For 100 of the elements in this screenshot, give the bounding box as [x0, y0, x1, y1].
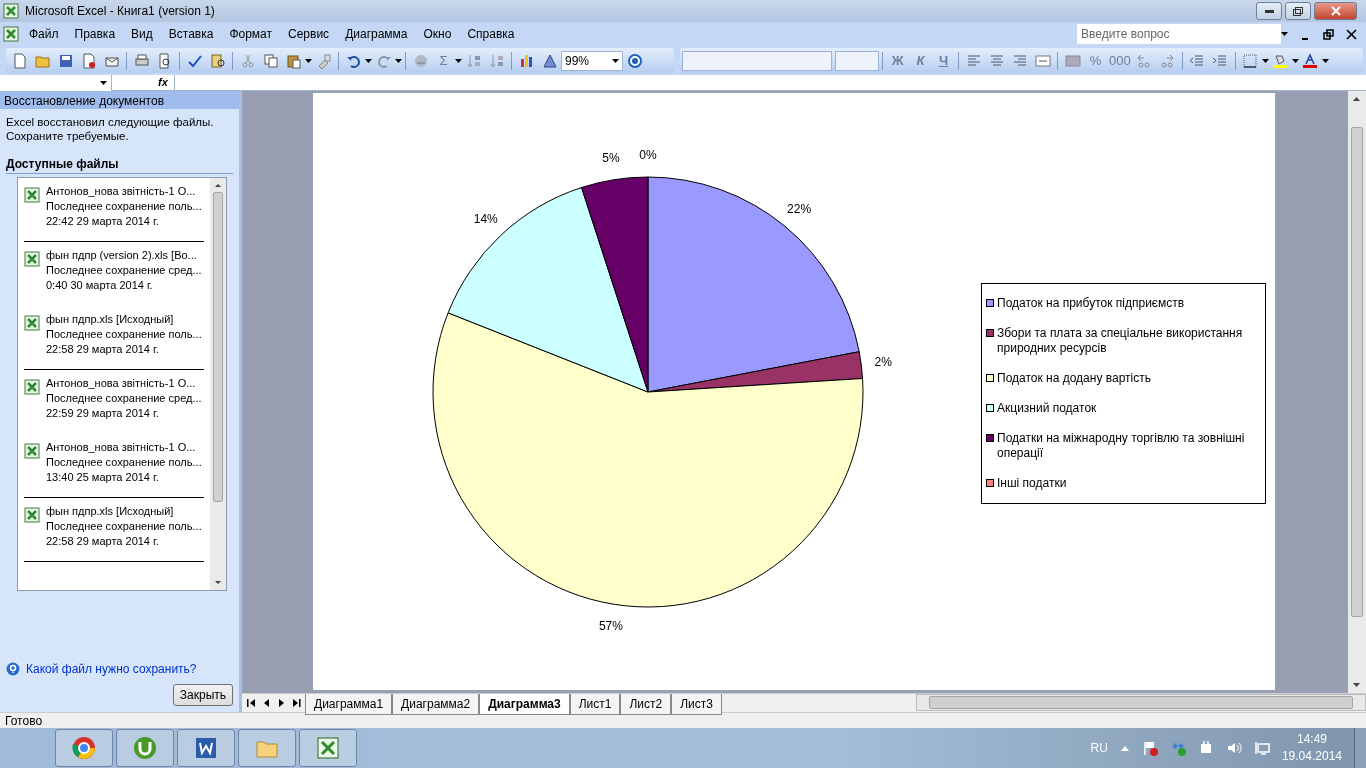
- data-label: 14%: [473, 212, 498, 227]
- font-color-icon[interactable]: [1302, 52, 1319, 69]
- new-document-icon[interactable]: [11, 52, 28, 69]
- file-name[interactable]: Антонов_нова звітність-1 О...: [46, 440, 202, 455]
- taskbar-button[interactable]: [299, 729, 357, 767]
- menu-item[interactable]: Диаграмма: [337, 25, 416, 43]
- file-name[interactable]: Антонов_нова звітність-1 О...: [46, 184, 202, 199]
- legend-label: Акцизний податок: [997, 401, 1097, 417]
- borders-icon[interactable]: [1242, 52, 1259, 69]
- excel-file-icon[interactable]: [24, 315, 40, 331]
- taskbar-button[interactable]: [55, 729, 113, 767]
- menu-item[interactable]: Файл: [21, 25, 67, 43]
- sort-descending-icon[interactable]: [488, 52, 505, 69]
- dropdown-arrow-icon[interactable]: [1291, 58, 1299, 63]
- last-sheet-icon[interactable]: [290, 697, 302, 709]
- taskbar-button[interactable]: [177, 729, 235, 767]
- fill-color-icon[interactable]: [1272, 52, 1289, 69]
- menu-item[interactable]: Правка: [66, 25, 124, 43]
- sheet-tab[interactable]: Лист1: [569, 694, 621, 715]
- legend-swatch: [986, 328, 994, 337]
- dropdown-arrow-icon[interactable]: [455, 58, 462, 63]
- excel-logo-icon[interactable]: [3, 26, 21, 42]
- show-hidden-icons-icon[interactable]: [1119, 744, 1130, 752]
- dropdown-arrow-icon[interactable]: [1321, 58, 1329, 63]
- taskbar-button[interactable]: [238, 729, 296, 767]
- menu-item[interactable]: Формат: [221, 25, 281, 43]
- help-search-field[interactable]: Введите вопрос: [1077, 24, 1281, 44]
- menu-item[interactable]: Вид: [123, 25, 161, 43]
- save-icon[interactable]: [57, 52, 74, 69]
- printer-icon[interactable]: [133, 52, 150, 69]
- dropdown-arrow-icon[interactable]: [1281, 32, 1288, 36]
- sheet-tab[interactable]: Диаграмма2: [392, 694, 480, 715]
- file-time: 22:58 29 марта 2014 г.: [46, 342, 160, 357]
- sheet-tab[interactable]: Диаграмма3: [479, 694, 570, 715]
- print-preview-icon[interactable]: [156, 52, 173, 69]
- decimal-increase-icon[interactable]: [1136, 52, 1153, 69]
- torrent-client-icon: [133, 736, 157, 760]
- align-right-icon[interactable]: [1011, 52, 1028, 69]
- restore-icon[interactable]: [1323, 28, 1334, 40]
- align-left-icon[interactable]: [965, 52, 982, 69]
- restore-button[interactable]: [1285, 2, 1311, 20]
- network-icon[interactable]: [1253, 740, 1270, 756]
- minimize-button[interactable]: [1256, 2, 1282, 20]
- excel-file-icon[interactable]: [24, 379, 40, 395]
- close-button[interactable]: [1314, 2, 1357, 20]
- legend-swatch: [986, 373, 994, 382]
- legend-swatch: [986, 404, 994, 413]
- menu-item[interactable]: Сервис: [280, 25, 338, 43]
- excel-file-icon[interactable]: [24, 251, 40, 267]
- scrollbar[interactable]: [210, 178, 226, 590]
- help-icon[interactable]: [626, 52, 643, 69]
- dropdown-arrow-icon[interactable]: [612, 58, 619, 63]
- dropdown-arrow-icon[interactable]: [395, 58, 402, 63]
- close-button[interactable]: Закрыть: [172, 684, 233, 706]
- file-name[interactable]: фын пдпр.xls [Исходный]: [46, 504, 202, 519]
- help-icon[interactable]: [6, 662, 20, 676]
- file-saved-info: Последнее сохранение поль...: [46, 199, 202, 214]
- excel-icon: [316, 736, 340, 760]
- dropdown-arrow-icon[interactable]: [100, 80, 107, 85]
- decimal-decrease-icon[interactable]: [1159, 52, 1176, 69]
- menu-item[interactable]: Вставка: [160, 25, 222, 43]
- horizontal-scrollbar[interactable]: [916, 694, 1366, 711]
- help-link[interactable]: Какой файл нужно сохранить?: [26, 660, 197, 678]
- dropdown-arrow-icon[interactable]: [305, 58, 312, 63]
- data-label: 5%: [602, 150, 620, 165]
- taskbar-button[interactable]: [116, 729, 174, 767]
- excel-file-icon[interactable]: [24, 443, 40, 459]
- zoom-dropdown[interactable]: 99%: [561, 50, 623, 71]
- file-name[interactable]: Антонов_нова звітність-1 О...: [46, 376, 202, 391]
- copy-icon[interactable]: [262, 52, 279, 69]
- first-sheet-icon[interactable]: [245, 697, 257, 709]
- vertical-scrollbar[interactable]: [1348, 91, 1366, 693]
- function-button[interactable]: fx: [152, 74, 174, 91]
- dropdown-arrow-icon[interactable]: [1261, 58, 1269, 63]
- status-text: Готово: [5, 712, 43, 730]
- file-name[interactable]: фын пдпр.xls [Исходный]: [46, 312, 202, 327]
- align-center-icon[interactable]: [988, 52, 1005, 69]
- close-icon[interactable]: [1346, 28, 1357, 40]
- outdent-icon[interactable]: [1189, 52, 1206, 69]
- chart-icon[interactable]: [518, 52, 535, 69]
- data-label: 0%: [639, 148, 657, 162]
- data-label: 22%: [787, 202, 812, 217]
- sheet-tab[interactable]: Лист3: [671, 694, 722, 715]
- dropdown-arrow-icon[interactable]: [365, 58, 372, 63]
- file-time: 0:40 30 марта 2014 г.: [46, 278, 154, 293]
- action-center-flag-icon[interactable]: [1141, 740, 1158, 756]
- excel-file-icon[interactable]: [24, 187, 40, 203]
- excel-file-icon[interactable]: [24, 507, 40, 523]
- menu-item[interactable]: Окно: [415, 25, 460, 43]
- indent-icon[interactable]: [1212, 52, 1229, 69]
- merge-center-icon[interactable]: [1034, 52, 1051, 69]
- file-name[interactable]: фын пдпр (version 2).xls [Во...: [46, 248, 202, 263]
- section-heading: Доступные файлы: [6, 155, 233, 174]
- window-title: Microsoft Excel - Книга1 (version 1): [25, 3, 216, 20]
- volume-icon[interactable]: [1225, 740, 1242, 756]
- sheet-tab[interactable]: Лист2: [620, 694, 672, 715]
- file-time: 13:40 25 марта 2014 г.: [46, 470, 160, 485]
- paste-icon[interactable]: [285, 52, 302, 69]
- menu-item[interactable]: Справка: [459, 25, 523, 43]
- sheet-tab[interactable]: Диаграмма1: [305, 694, 393, 715]
